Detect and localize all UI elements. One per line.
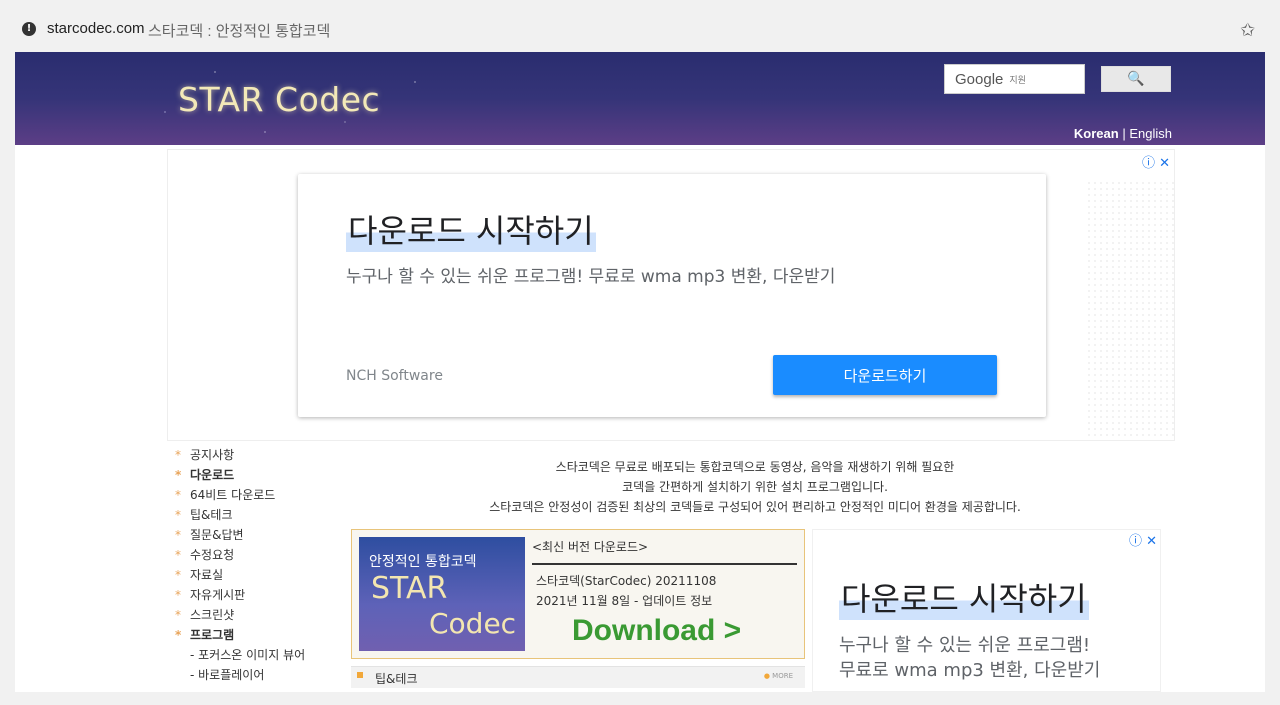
side-ad-line-2: 무료로 wma mp3 변환, 다운받기 [839, 660, 1101, 681]
bullet-icon: * [175, 488, 181, 502]
bullet-icon: * [175, 468, 182, 482]
bullet-icon: * [175, 528, 181, 542]
sidebar-item-label: 팁&테크 [190, 508, 233, 522]
sidebar-item-archive[interactable]: * 자료실 [175, 565, 345, 585]
download-box: 안정적인 통합코덱 STAR Codec <최신 버전 다운로드> 스타코덱(S… [351, 529, 805, 659]
site-logo[interactable]: STAR Codec [178, 80, 380, 119]
intro-text: 스타코덱은 무료로 배포되는 통합코덱으로 동영상, 음악을 재생하기 위해 필… [355, 457, 1155, 517]
latest-version-header: <최신 버전 다운로드> [532, 538, 797, 565]
intro-line-1: 스타코덱은 무료로 배포되는 통합코덱으로 동영상, 음악을 재생하기 위해 필… [555, 460, 955, 474]
bullet-icon: * [175, 588, 181, 602]
bullet-icon: * [175, 448, 181, 462]
search-button[interactable]: 🔍 [1101, 66, 1171, 92]
url-domain: starcodec.com [47, 20, 145, 37]
sidebar-item-qna[interactable]: * 질문&답변 [175, 525, 345, 545]
ad-download-button[interactable]: 다운로드하기 [773, 355, 997, 395]
google-logo: Google [955, 70, 1004, 88]
sidebar-item-screenshot[interactable]: * 스크린샷 [175, 605, 345, 625]
sidebar-item-label: 자유게시판 [190, 588, 246, 602]
ad-pattern [1086, 180, 1174, 440]
sidebar-item-download[interactable]: * 다운로드 [175, 465, 345, 485]
lang-english-link[interactable]: English [1129, 126, 1172, 141]
ad-card[interactable]: 다운로드 시작하기 누구나 할 수 있는 쉬운 프로그램! 무료로 wma mp… [298, 174, 1046, 417]
ad-subtitle: 누구나 할 수 있는 쉬운 프로그램! 무료로 wma mp3 변환, 다운받기 [346, 267, 836, 287]
web-page: STAR Codec Google 지원 🔍 Korean | English … [15, 52, 1265, 692]
sidebar-item-64bit-download[interactable]: * 64비트 다운로드 [175, 485, 345, 505]
sidebar-subitem-focuson[interactable]: - 포커스온 이미지 뷰어 [175, 645, 345, 665]
language-switch: Korean | English [1074, 126, 1172, 141]
sidebar-item-label: 질문&답변 [190, 528, 244, 542]
intro-line-3: 스타코덱은 안정성이 검증된 최상의 코덱들로 구성되어 있어 편리하고 안정적… [489, 500, 1021, 514]
site-header: STAR Codec Google 지원 🔍 Korean | English [15, 52, 1265, 145]
sidebar-item-label: 64비트 다운로드 [190, 488, 276, 502]
sidebar-item-label: 수정요청 [190, 548, 235, 562]
banner-codec: Codec [429, 607, 517, 640]
banner-star: STAR [371, 571, 448, 606]
sidebar-item-program[interactable]: * 프로그램 [175, 625, 345, 645]
side-ad[interactable]: ⓘ ✕ 다운로드 시작하기 누구나 할 수 있는 쉬운 프로그램! 무료로 wm… [812, 529, 1161, 692]
sidebar-nav: * 공지사항 * 다운로드 * 64비트 다운로드 * 팁&테크 * 질문&답변 * 수정요… [175, 445, 345, 685]
bullet-icon: * [175, 568, 181, 582]
more-link[interactable]: MORE [764, 672, 793, 680]
top-banner-ad[interactable]: ⓘ ✕ 다운로드 시작하기 누구나 할 수 있는 쉬운 프로그램! 무료로 wm… [167, 149, 1175, 441]
search-input[interactable]: Google 지원 [944, 64, 1085, 94]
update-info-link[interactable]: 2021년 11월 8일 - 업데이트 정보 [536, 592, 712, 609]
version-text: 스타코덱(StarCodec) 20211108 [536, 574, 717, 588]
starcodec-banner-image[interactable]: 안정적인 통합코덱 STAR Codec [359, 537, 525, 651]
sidebar-item-label: 다운로드 [190, 468, 235, 482]
intro-line-2: 코덱을 간편하게 설치하기 위한 설치 프로그램입니다. [622, 480, 888, 494]
tips-section-title: 팁&테크 [375, 672, 418, 686]
favorite-star-icon[interactable]: ✩ [1240, 20, 1260, 41]
site-info-icon[interactable]: ! [22, 22, 36, 36]
download-link[interactable]: Download > [572, 614, 741, 648]
ad-info-close-icon[interactable]: ⓘ ✕ [1142, 152, 1170, 171]
sidebar-item-board[interactable]: * 자유게시판 [175, 585, 345, 605]
sidebar-item-notice[interactable]: * 공지사항 [175, 445, 345, 465]
sidebar-item-label: 스크린샷 [190, 608, 235, 622]
search-icon: 🔍 [1127, 71, 1145, 87]
tips-section-header: 팁&테크 MORE [351, 666, 805, 688]
ad-info-close-icon[interactable]: ⓘ ✕ [1129, 530, 1157, 549]
lang-separator: | [1122, 126, 1126, 141]
side-ad-line-1: 누구나 할 수 있는 쉬운 프로그램! [839, 635, 1091, 656]
ad-headline[interactable]: 다운로드 시작하기 [346, 206, 596, 252]
side-ad-headline[interactable]: 다운로드 시작하기 [839, 574, 1089, 620]
sidebar-item-label: 공지사항 [190, 448, 235, 462]
bullet-icon: * [175, 608, 181, 622]
bullet-icon: * [175, 508, 181, 522]
sidebar-item-fix-request[interactable]: * 수정요청 [175, 545, 345, 565]
sidebar-item-label: 프로그램 [190, 628, 235, 642]
section-bullet-icon [357, 672, 363, 678]
page-title: 스타코덱 : 안정적인 통합코덱 [148, 23, 331, 40]
sidebar-item-tips[interactable]: * 팁&테크 [175, 505, 345, 525]
ad-advertiser: NCH Software [346, 368, 443, 384]
sidebar-subitem-baroplayer[interactable]: - 바로플레이어 [175, 665, 345, 685]
bullet-icon: * [175, 628, 182, 642]
search-hint: 지원 [1009, 75, 1026, 86]
browser-address-bar[interactable]: ! starcodec.com 스타코덱 : 안정적인 통합코덱 ✩ [0, 0, 1280, 44]
lang-korean-link[interactable]: Korean [1074, 126, 1119, 141]
sidebar-item-label: 자료실 [190, 568, 224, 582]
bullet-icon: * [175, 548, 181, 562]
banner-tagline: 안정적인 통합코덱 [369, 554, 477, 570]
